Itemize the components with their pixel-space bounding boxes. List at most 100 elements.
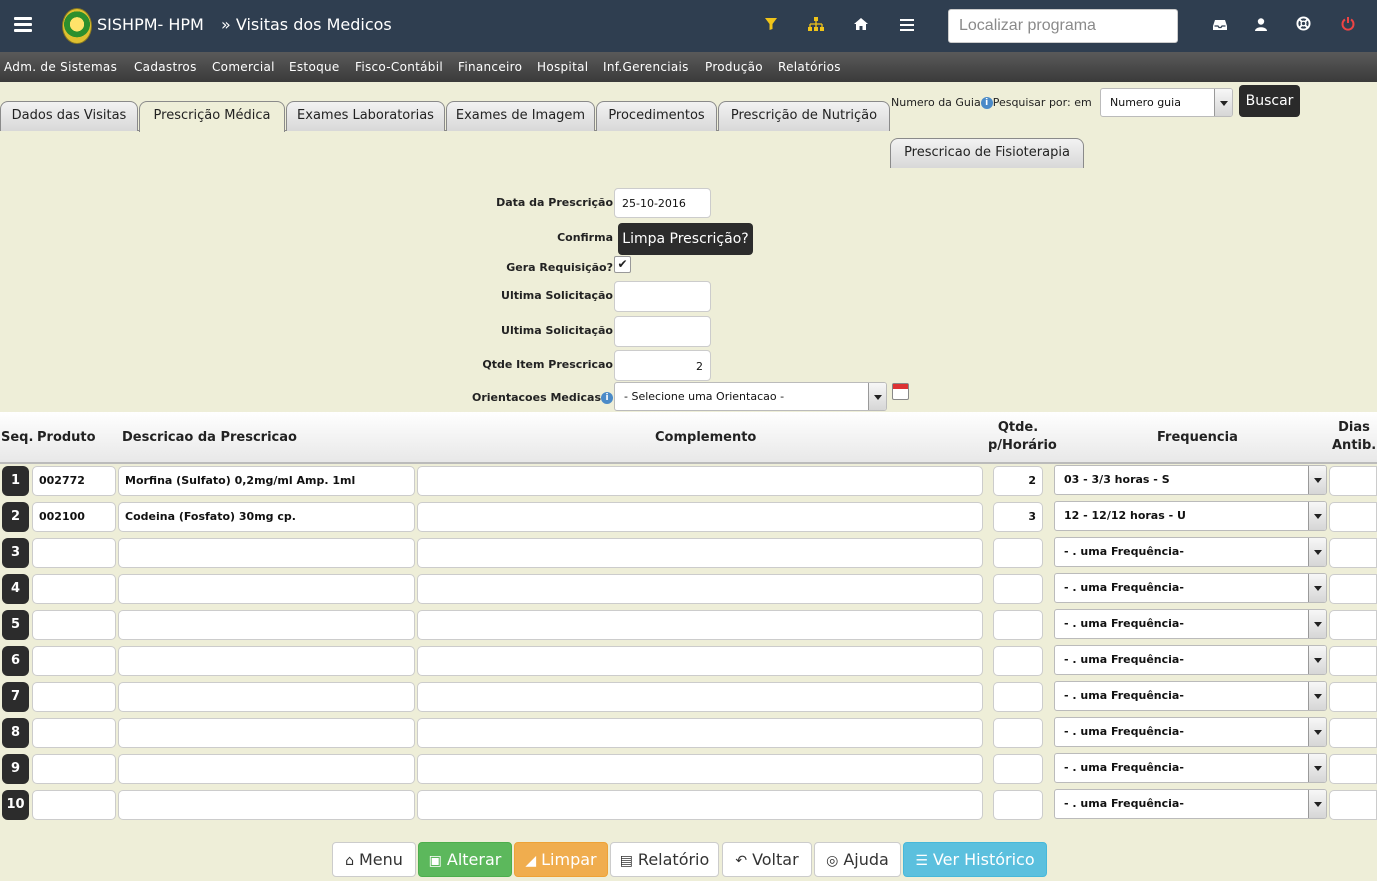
dias-antib-input[interactable] [1329, 574, 1377, 604]
tab-prescricao-fisioterapia[interactable]: Prescricao de Fisioterapia [890, 138, 1084, 168]
qtde-horario-input[interactable] [993, 574, 1043, 604]
produto-input[interactable] [32, 610, 116, 640]
descricao-input[interactable] [118, 610, 415, 640]
dias-antib-input[interactable] [1329, 502, 1377, 532]
produto-input[interactable] [32, 646, 116, 676]
descricao-input[interactable] [118, 538, 415, 568]
ultima-solicitacao-input-2[interactable] [614, 316, 711, 347]
user-icon[interactable] [1251, 16, 1271, 36]
descricao-input[interactable]: Codeina (Fosfato) 30mg cp. [118, 502, 415, 532]
list-icon[interactable] [897, 16, 917, 36]
dias-antib-input[interactable] [1329, 682, 1377, 712]
qtde-item-input[interactable]: 2 [614, 350, 711, 381]
voltar-button[interactable]: ↶ Voltar [722, 842, 812, 877]
tab-exames-laboratorias[interactable]: Exames Laboratorias [286, 101, 445, 131]
qtde-horario-input[interactable] [993, 718, 1043, 748]
frequencia-select[interactable]: - . uma Frequência- [1054, 609, 1327, 639]
tab-prescricao-nutricao[interactable]: Prescrição de Nutrição [718, 101, 890, 131]
lifebuoy-icon[interactable] [1293, 16, 1313, 36]
frequencia-select[interactable]: - . uma Frequência- [1054, 681, 1327, 711]
tab-prescricao-medica[interactable]: Prescrição Médica [139, 101, 285, 132]
qtde-horario-input[interactable]: 3 [993, 502, 1043, 532]
limpa-prescricao-tooltip[interactable]: Limpa Prescrição? [618, 223, 753, 255]
produto-input[interactable] [32, 718, 116, 748]
dias-antib-input[interactable] [1329, 538, 1377, 568]
frequencia-select[interactable]: - . uma Frequência- [1054, 753, 1327, 783]
qtde-horario-input[interactable] [993, 646, 1043, 676]
program-search-input[interactable] [948, 9, 1178, 43]
dias-antib-input[interactable] [1329, 790, 1377, 820]
produto-input[interactable] [32, 754, 116, 784]
ajuda-button[interactable]: ◎ Ajuda [814, 842, 901, 877]
menu-cadastros[interactable]: Cadastros [134, 60, 197, 74]
power-icon[interactable] [1338, 16, 1358, 36]
gera-requisicao-checkbox[interactable]: ✔ [614, 256, 631, 273]
tab-exames-imagem[interactable]: Exames de Imagem [446, 101, 595, 131]
complemento-input[interactable] [417, 790, 983, 820]
qtde-horario-input[interactable]: 2 [993, 466, 1043, 496]
menu-comercial[interactable]: Comercial [212, 60, 275, 74]
home-icon[interactable] [851, 16, 871, 36]
complemento-input[interactable] [417, 502, 983, 532]
qtde-horario-input[interactable] [993, 538, 1043, 568]
info-icon[interactable]: i [601, 392, 613, 404]
qtde-horario-input[interactable] [993, 754, 1043, 784]
search-by-select[interactable]: Numero guia [1100, 88, 1233, 117]
orientacoes-select[interactable]: - Selecione uma Orientacao - [614, 382, 887, 411]
menu-button[interactable]: ⌂ Menu [332, 842, 416, 877]
qtde-horario-input[interactable] [993, 682, 1043, 712]
complemento-input[interactable] [417, 646, 983, 676]
complemento-input[interactable] [417, 682, 983, 712]
filter-icon[interactable] [761, 16, 781, 36]
qtde-horario-input[interactable] [993, 610, 1043, 640]
ultima-solicitacao-input-1[interactable] [614, 281, 711, 312]
data-prescricao-input[interactable]: 25-10-2016 [614, 188, 711, 218]
descricao-input[interactable] [118, 790, 415, 820]
ver-historico-button[interactable]: ☰ Ver Histórico [903, 842, 1047, 877]
dias-antib-input[interactable] [1329, 466, 1377, 496]
complemento-input[interactable] [417, 574, 983, 604]
menu-fisco-contabil[interactable]: Fisco-Contábil [355, 60, 443, 74]
descricao-input[interactable] [118, 646, 415, 676]
frequencia-select[interactable]: - . uma Frequência- [1054, 717, 1327, 747]
complemento-input[interactable] [417, 538, 983, 568]
tab-dados-visitas[interactable]: Dados das Visitas [0, 101, 138, 131]
produto-input[interactable]: 002100 [32, 502, 116, 532]
sitemap-icon[interactable] [806, 16, 826, 36]
descricao-input[interactable]: Morfina (Sulfato) 0,2mg/ml Amp. 1ml [118, 466, 415, 496]
menu-financeiro[interactable]: Financeiro [458, 60, 522, 74]
complemento-input[interactable] [417, 610, 983, 640]
inbox-icon[interactable] [1210, 16, 1230, 36]
menu-relatorios[interactable]: Relatórios [778, 60, 841, 74]
qtde-horario-input[interactable] [993, 790, 1043, 820]
menu-hospital[interactable]: Hospital [537, 60, 588, 74]
buscar-button[interactable]: Buscar [1239, 85, 1300, 117]
calendar-icon[interactable] [892, 383, 909, 400]
dias-antib-input[interactable] [1329, 718, 1377, 748]
dias-antib-input[interactable] [1329, 646, 1377, 676]
frequencia-select[interactable]: - . uma Frequência- [1054, 789, 1327, 819]
menu-inf-gerenciais[interactable]: Inf.Gerenciais [603, 60, 689, 74]
menu-icon[interactable] [14, 14, 32, 36]
complemento-input[interactable] [417, 754, 983, 784]
produto-input[interactable] [32, 790, 116, 820]
complemento-input[interactable] [417, 466, 983, 496]
info-icon[interactable]: i [980, 97, 993, 109]
descricao-input[interactable] [118, 682, 415, 712]
frequencia-select[interactable]: 12 - 12/12 horas - U [1054, 501, 1327, 531]
frequencia-select[interactable]: - . uma Frequência- [1054, 645, 1327, 675]
menu-estoque[interactable]: Estoque [289, 60, 340, 74]
complemento-input[interactable] [417, 718, 983, 748]
menu-producao[interactable]: Produção [705, 60, 763, 74]
descricao-input[interactable] [118, 754, 415, 784]
produto-input[interactable]: 002772 [32, 466, 116, 496]
frequencia-select[interactable]: - . uma Frequência- [1054, 573, 1327, 603]
descricao-input[interactable] [118, 574, 415, 604]
frequencia-select[interactable]: - . uma Frequência- [1054, 537, 1327, 567]
frequencia-select[interactable]: 03 - 3/3 horas - S [1054, 465, 1327, 495]
menu-adm-sistemas[interactable]: Adm. de Sistemas [4, 60, 117, 74]
dias-antib-input[interactable] [1329, 754, 1377, 784]
limpar-button[interactable]: ◢ Limpar [514, 842, 608, 877]
descricao-input[interactable] [118, 718, 415, 748]
tab-procedimentos[interactable]: Procedimentos [596, 101, 717, 131]
